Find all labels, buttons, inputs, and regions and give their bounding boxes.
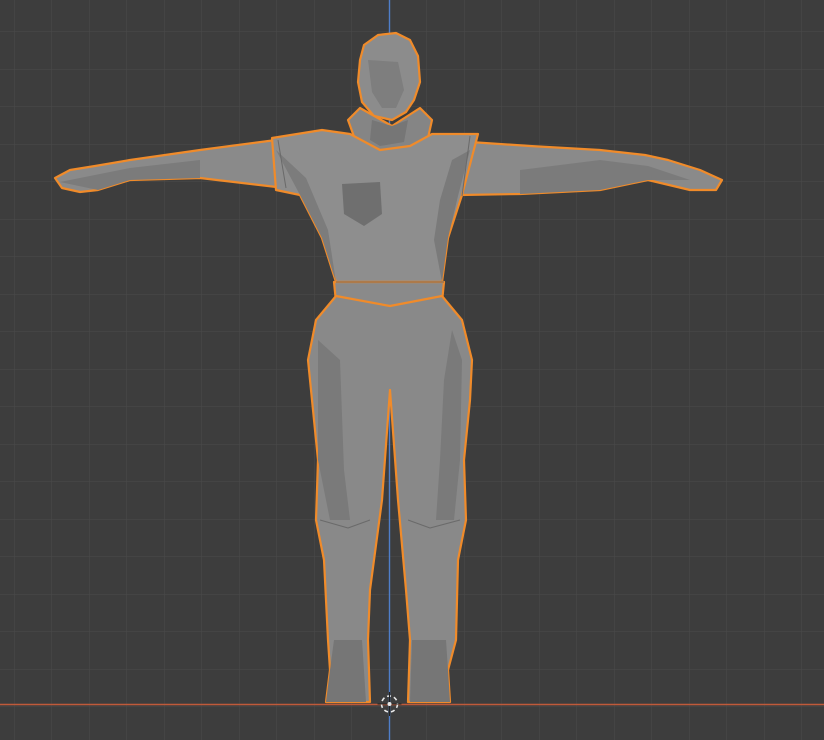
viewport-canvas[interactable] <box>0 0 824 740</box>
3d-viewport[interactable] <box>0 0 824 740</box>
mesh-shade-right-boot <box>410 640 450 702</box>
